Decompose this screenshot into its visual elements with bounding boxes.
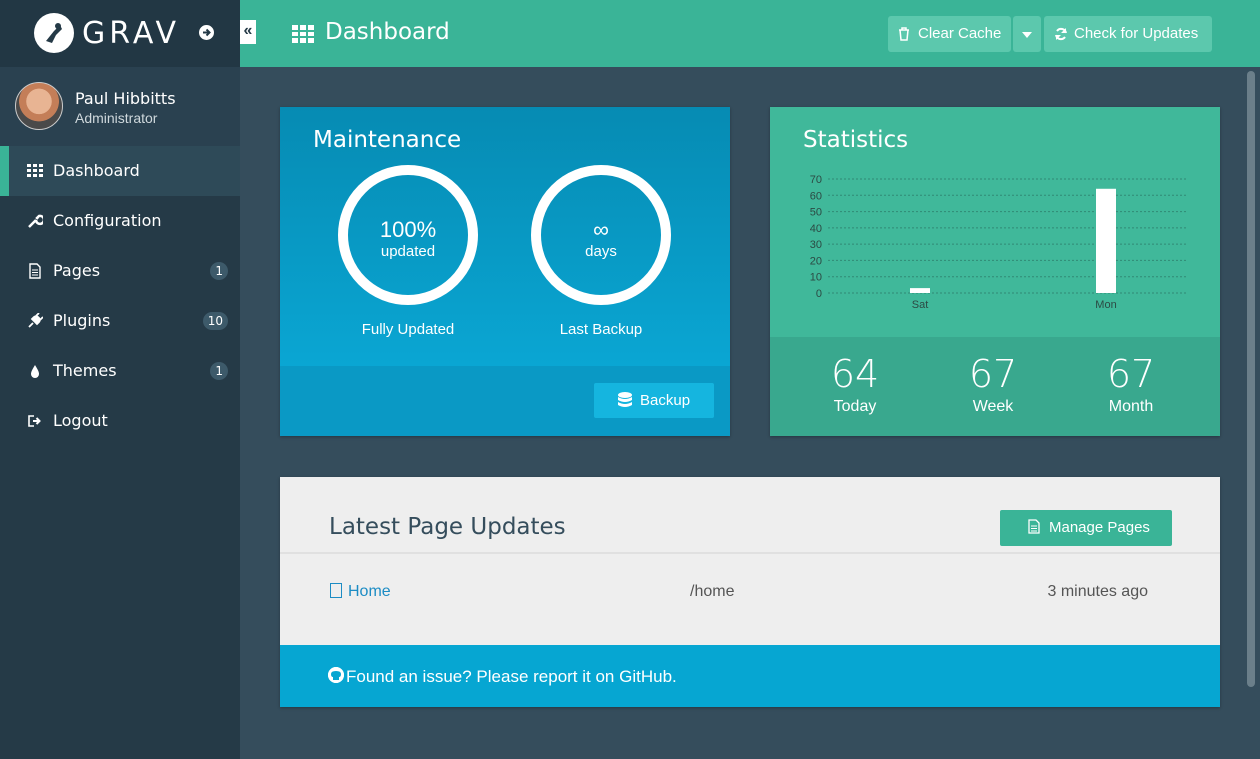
updated-unit: updated bbox=[380, 243, 436, 260]
collapse-sidebar-button[interactable]: « bbox=[240, 20, 256, 44]
sidebar-item-label: Pages bbox=[53, 261, 101, 280]
latest-updates-title: Latest Page Updates bbox=[329, 514, 566, 540]
updated-caption: Fully Updated bbox=[361, 321, 455, 338]
y-tick-label: 40 bbox=[810, 223, 822, 235]
topbar: Dashboard Clear Cache Check for Updates bbox=[240, 0, 1260, 67]
y-tick-label: 0 bbox=[816, 288, 822, 300]
y-tick-label: 30 bbox=[810, 239, 822, 251]
refresh-icon bbox=[1054, 16, 1068, 52]
maintenance-title: Maintenance bbox=[313, 127, 462, 153]
file-icon bbox=[330, 583, 342, 598]
bar-mon[interactable] bbox=[1096, 188, 1116, 293]
today-count: 64 bbox=[830, 352, 880, 396]
arrow-circle-right-icon[interactable] bbox=[199, 25, 214, 40]
count-badge: 1 bbox=[210, 362, 228, 380]
wrench-icon bbox=[27, 213, 46, 229]
month-count: 67 bbox=[1106, 352, 1156, 396]
month-label: Month bbox=[1108, 398, 1154, 415]
count-badge: 1 bbox=[210, 262, 228, 280]
clear-cache-dropdown-button[interactable] bbox=[1013, 16, 1041, 52]
page-title-link[interactable]: Home bbox=[348, 583, 391, 600]
signout-icon bbox=[27, 413, 43, 429]
today-label: Today bbox=[833, 398, 877, 415]
y-tick-label: 70 bbox=[810, 174, 822, 186]
manage-pages-button[interactable]: Manage Pages bbox=[1000, 510, 1172, 546]
y-tick-label: 60 bbox=[810, 190, 822, 202]
page-updated-time: 3 minutes ago bbox=[1047, 583, 1148, 600]
avatar[interactable] bbox=[15, 82, 63, 130]
week-count: 67 bbox=[968, 352, 1018, 396]
user-name: Paul Hibbitts bbox=[75, 89, 176, 108]
logo-bar: GRAV bbox=[0, 0, 240, 67]
sidebar-item-label: Logout bbox=[53, 411, 108, 430]
x-tick-label: Mon bbox=[1095, 299, 1116, 311]
report-issue-bar[interactable]: Found an issue? Please report it on GitH… bbox=[280, 645, 1220, 707]
sidebar-item-label: Dashboard bbox=[53, 161, 140, 180]
backup-caption: Last Backup bbox=[559, 321, 643, 338]
backup-button[interactable]: Backup bbox=[594, 383, 714, 418]
sidebar-item-pages[interactable]: Pages 1 bbox=[0, 246, 240, 296]
updated-value: 100% bbox=[379, 217, 437, 242]
updated-ring: 100% updated bbox=[338, 165, 478, 305]
drop-icon bbox=[27, 363, 43, 379]
page-link-home[interactable]: Home bbox=[330, 583, 391, 601]
backup-unit: days bbox=[585, 243, 617, 260]
maintenance-card: Maintenance 100% updated ∞ days Fully Up… bbox=[280, 107, 730, 436]
statistics-title: Statistics bbox=[803, 127, 909, 153]
sidebar-item-label: Plugins bbox=[53, 311, 111, 330]
x-tick-label: Sat bbox=[912, 299, 929, 311]
file-icon bbox=[27, 263, 43, 279]
backup-value: ∞ bbox=[593, 217, 609, 242]
sidebar-item-dashboard[interactable]: Dashboard bbox=[0, 146, 240, 196]
plug-icon bbox=[27, 312, 44, 329]
trash-icon bbox=[898, 16, 910, 52]
sidebar-item-themes[interactable]: Themes 1 bbox=[0, 346, 240, 396]
user-role: Administrator bbox=[75, 110, 158, 126]
grid-icon bbox=[27, 163, 43, 179]
caret-down-icon bbox=[1022, 25, 1032, 42]
visits-bar-chart: 0 10 20 30 40 50 60 70 Sat Mon bbox=[810, 174, 1188, 311]
brand-name: GRAV bbox=[82, 16, 181, 51]
user-panel[interactable]: Paul Hibbitts Administrator bbox=[0, 67, 240, 146]
bar-sat[interactable] bbox=[910, 288, 930, 293]
manage-pages-label: Manage Pages bbox=[1049, 519, 1150, 536]
sidebar: GRAV Paul Hibbitts Administrator Dashboa… bbox=[0, 0, 240, 759]
dashboard-grid-icon bbox=[292, 25, 314, 43]
sidebar-nav: Dashboard Configuration Pages 1 Plugins … bbox=[0, 146, 240, 446]
sidebar-item-configuration[interactable]: Configuration bbox=[0, 196, 240, 246]
week-label: Week bbox=[972, 398, 1014, 415]
github-icon bbox=[328, 667, 344, 683]
y-tick-label: 10 bbox=[810, 272, 822, 284]
sidebar-item-plugins[interactable]: Plugins 10 bbox=[0, 296, 240, 346]
latest-updates-card: Latest Page Updates Manage Pages Home /h… bbox=[280, 477, 1220, 707]
backup-ring: ∞ days bbox=[531, 165, 671, 305]
sidebar-item-logout[interactable]: Logout bbox=[0, 396, 240, 446]
clear-cache-button[interactable]: Clear Cache bbox=[888, 16, 1011, 52]
page-route: /home bbox=[690, 583, 735, 600]
y-tick-label: 20 bbox=[810, 255, 822, 267]
check-for-updates-label: Check for Updates bbox=[1074, 25, 1199, 42]
sidebar-item-label: Configuration bbox=[53, 211, 162, 230]
grav-logo-icon[interactable] bbox=[34, 13, 74, 53]
file-text-icon bbox=[1028, 510, 1040, 546]
database-icon bbox=[618, 383, 632, 418]
count-badge: 10 bbox=[202, 312, 228, 330]
divider bbox=[280, 552, 1220, 554]
check-for-updates-button[interactable]: Check for Updates bbox=[1044, 16, 1212, 52]
page-title: Dashboard bbox=[325, 19, 450, 45]
scrollbar[interactable] bbox=[1247, 71, 1255, 687]
sidebar-item-label: Themes bbox=[53, 361, 117, 380]
backup-label: Backup bbox=[640, 392, 691, 409]
report-issue-link[interactable]: Found an issue? Please report it on GitH… bbox=[346, 667, 677, 687]
clear-cache-label: Clear Cache bbox=[918, 25, 1002, 42]
y-tick-label: 50 bbox=[810, 207, 822, 219]
statistics-card: Statistics 0 10 20 30 40 50 60 70 Sat Mon 64 Toda… bbox=[770, 107, 1220, 436]
